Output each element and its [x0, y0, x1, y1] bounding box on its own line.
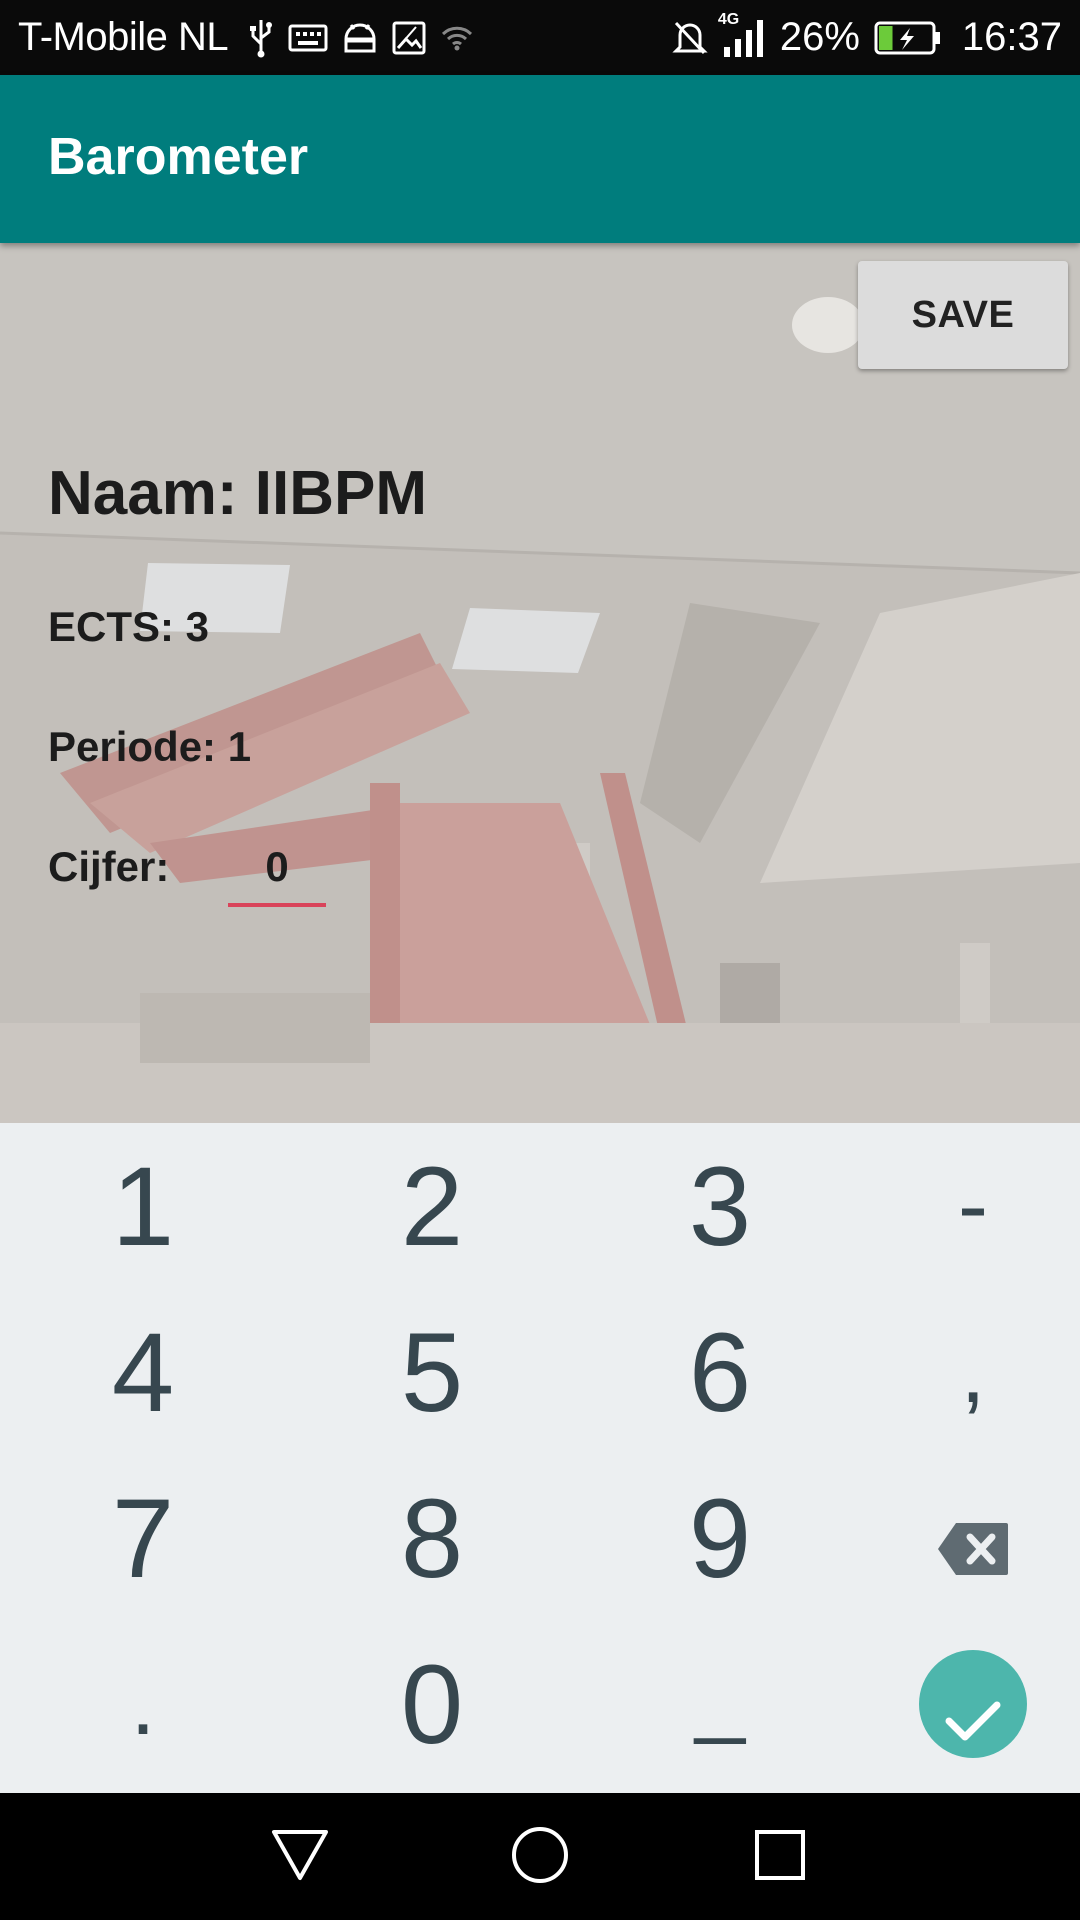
course-name-label: Naam: IIBPM	[48, 459, 427, 528]
back-button[interactable]	[240, 1793, 360, 1920]
backspace-icon	[936, 1474, 1010, 1603]
android-icon	[342, 21, 378, 55]
key-0[interactable]: 0	[297, 1621, 567, 1787]
numeric-keypad: 1 2 3 - 4 5 6 , 7 8 9 . 0 _	[0, 1123, 1080, 1793]
keyboard-icon	[288, 23, 328, 53]
mute-icon	[672, 19, 708, 57]
done-key[interactable]	[838, 1621, 1080, 1787]
key-1[interactable]: 1	[8, 1123, 278, 1289]
background-veil	[0, 243, 1080, 1123]
battery-percent: 26%	[779, 15, 860, 59]
back-icon	[270, 1828, 330, 1886]
battery-charging-icon	[874, 20, 942, 56]
image-icon	[392, 21, 426, 55]
status-bar: T-Mobile NL 4G 26% 16:37	[0, 0, 1080, 75]
cijfer-input[interactable]: 0	[228, 837, 326, 907]
key-comma[interactable]: ,	[838, 1289, 1080, 1455]
key-4[interactable]: 4	[8, 1289, 278, 1455]
backspace-key[interactable]	[838, 1455, 1080, 1621]
key-6[interactable]: 6	[585, 1289, 855, 1455]
cijfer-label: Cijfer:	[48, 843, 170, 890]
signal-icon: 4G	[718, 11, 766, 59]
network-type-label: 4G	[717, 10, 740, 28]
usb-icon	[248, 18, 274, 58]
done-button[interactable]	[919, 1650, 1027, 1758]
key-underscore[interactable]: _	[585, 1613, 855, 1779]
clock: 16:37	[961, 15, 1062, 59]
key-7[interactable]: 7	[8, 1455, 278, 1621]
home-button[interactable]	[480, 1793, 600, 1920]
navigation-bar	[0, 1793, 1080, 1920]
key-8[interactable]: 8	[297, 1455, 567, 1621]
key-2[interactable]: 2	[297, 1123, 567, 1289]
app-title: Barometer	[48, 128, 309, 186]
key-9[interactable]: 9	[585, 1455, 855, 1621]
carrier-name: T-Mobile NL	[18, 15, 229, 59]
periode-label: Periode: 1	[48, 723, 252, 770]
app-bar: Barometer	[0, 75, 1080, 243]
key-minus[interactable]: -	[838, 1123, 1080, 1289]
key-3[interactable]: 3	[585, 1123, 855, 1289]
home-icon	[510, 1825, 570, 1889]
save-button[interactable]: SAVE	[858, 261, 1068, 369]
check-icon	[945, 1640, 1001, 1769]
recents-button[interactable]	[720, 1793, 840, 1920]
content-area: SAVE Naam: IIBPM ECTS: 3 Periode: 1 Cijf…	[0, 243, 1080, 1123]
wifi-icon	[440, 25, 474, 51]
key-5[interactable]: 5	[297, 1289, 567, 1455]
key-period[interactable]: .	[8, 1621, 278, 1787]
recents-icon	[754, 1829, 806, 1885]
ects-label: ECTS: 3	[48, 603, 210, 650]
